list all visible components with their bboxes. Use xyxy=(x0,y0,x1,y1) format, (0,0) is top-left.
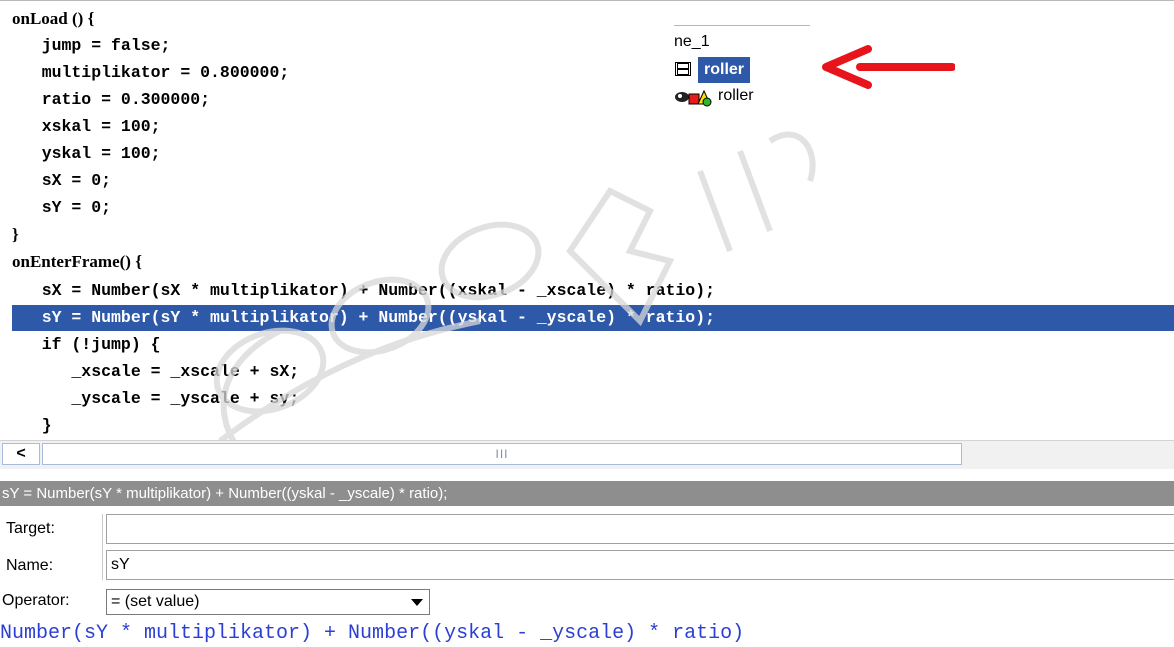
red-arrow-icon xyxy=(822,45,955,89)
code-line[interactable]: onLoad () { xyxy=(12,6,94,32)
operator-value: = (set value) xyxy=(111,593,200,610)
selected-item-label[interactable]: roller xyxy=(698,57,751,83)
code-line[interactable]: _yscale = _yscale + sy; xyxy=(12,386,299,412)
outline-separator xyxy=(674,25,810,26)
statement-bar: sY = Number(sY * multiplikator) + Number… xyxy=(0,481,1174,506)
label-divider xyxy=(102,514,103,580)
code-line[interactable]: sX = Number(sX * multiplikator) + Number… xyxy=(12,278,715,304)
code-line[interactable]: yskal = 100; xyxy=(12,141,161,167)
code-line[interactable]: _xscale = _xscale + sX; xyxy=(12,359,299,385)
tree-item-selected[interactable]: roller xyxy=(674,57,751,83)
scene-item[interactable]: ne_1 xyxy=(674,31,710,53)
code-line[interactable]: sX = 0; xyxy=(12,168,111,194)
operator-select[interactable]: = (set value) xyxy=(106,589,430,615)
code-line[interactable]: onEnterFrame() { xyxy=(12,249,142,275)
code-line[interactable]: jump = false; xyxy=(12,33,171,59)
dropdown-arrow-icon xyxy=(411,599,423,606)
code-line[interactable]: sY = 0; xyxy=(12,195,111,221)
expression-field[interactable]: Number(sY * multiplikator) + Number((ysk… xyxy=(0,620,744,647)
code-line[interactable]: multiplikator = 0.800000; xyxy=(12,60,290,86)
code-line[interactable]: ratio = 0.300000; xyxy=(12,87,210,113)
code-line[interactable]: xskal = 100; xyxy=(12,114,161,140)
target-field[interactable] xyxy=(106,514,1174,544)
target-label: Target: xyxy=(6,520,55,537)
shapes-icon xyxy=(675,89,712,107)
child-item-label[interactable]: roller xyxy=(718,85,754,107)
code-line[interactable]: if (!jump) { xyxy=(12,332,161,358)
scroll-thumb[interactable]: III xyxy=(42,443,962,465)
name-label: Name: xyxy=(6,557,54,574)
code-line[interactable]: } xyxy=(12,222,19,248)
code-line-selected[interactable]: sY = Number(sY * multiplikator) + Number… xyxy=(12,305,1174,331)
code-editor[interactable]: onLoad () { jump = false; multiplikator … xyxy=(0,0,1174,441)
grip-icon: III xyxy=(495,447,509,461)
operator-label: Operator: xyxy=(2,592,70,609)
scroll-left-button[interactable]: < xyxy=(2,443,40,465)
name-field[interactable]: sY xyxy=(106,550,1174,580)
chevron-left-icon: < xyxy=(16,445,26,462)
outline-tree: ne_1 roller roller xyxy=(674,25,814,115)
horizontal-scrollbar[interactable]: < III xyxy=(0,440,1174,469)
code-line[interactable]: } xyxy=(12,413,52,439)
movieclip-icon xyxy=(675,62,691,76)
